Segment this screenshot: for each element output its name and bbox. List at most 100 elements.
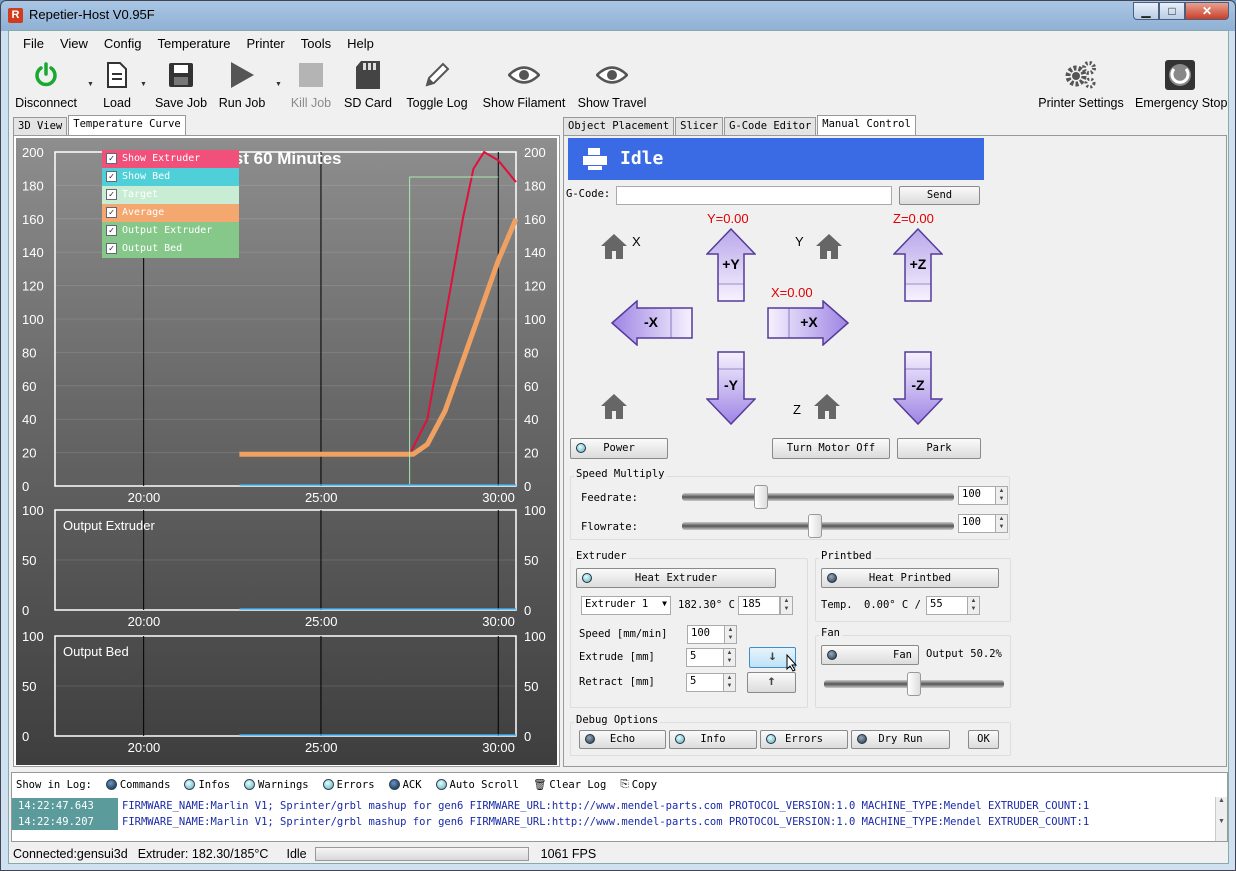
home-all-icon[interactable] [599,392,629,422]
close-button[interactable]: ✕ [1185,2,1229,20]
legend-item[interactable]: ✓ Output Bed [102,240,239,258]
ack-radio[interactable] [388,779,400,790]
home-x-icon[interactable] [599,232,629,262]
extrude-spinner[interactable]: ▲ ▼ [723,648,736,667]
commands-radio[interactable] [105,779,117,790]
flowrate-spinner[interactable]: ▲ ▼ [995,514,1008,533]
plus-z-button[interactable]: +Z [892,227,944,302]
load-dropdown[interactable]: ▼ [140,81,147,88]
run-job-dropdown[interactable]: ▼ [275,81,282,88]
retract-input[interactable]: 5 [686,673,724,692]
legend-item[interactable]: ✓ Output Extruder [102,222,239,240]
legend-checkbox[interactable]: ✓ [106,243,117,254]
printer-settings-button[interactable]: Printer Settings [1035,59,1127,110]
extruder-target-spinner[interactable]: ▲ ▼ [780,596,793,615]
errors-radio[interactable] [322,779,334,790]
load-button[interactable]: Load [99,59,135,110]
tab-gcode-editor[interactable]: G-Code Editor [724,117,817,135]
errors-button[interactable]: Errors [760,730,848,749]
disconnect-dropdown[interactable]: ▼ [87,81,94,88]
gcode-input[interactable] [616,186,892,205]
disconnect-button[interactable]: Disconnect [13,59,79,110]
menu-help[interactable]: Help [339,36,382,51]
echo-button[interactable]: Echo [579,730,666,749]
emergency-stop-button[interactable]: Emergency Stop [1135,59,1227,110]
legend-checkbox[interactable]: ✓ [106,225,117,236]
log-scrollbar[interactable]: ▲ ▼ [1215,797,1227,841]
power-button[interactable]: Power [570,438,668,459]
maximize-button[interactable]: □ [1159,2,1185,20]
tab-temperature-curve[interactable]: Temperature Curve [68,115,186,135]
minimize-button[interactable]: ▁ [1133,2,1159,20]
sd-card-button[interactable]: SD Card [342,59,394,110]
send-button[interactable]: Send [899,186,980,205]
debug-ok-button[interactable]: OK [968,730,999,749]
log-option-errors[interactable]: Errors [322,779,375,791]
log-option-infos[interactable]: Infos [184,779,230,791]
extruder-select[interactable]: Extruder 1 ▼ [581,596,671,615]
menu-tools[interactable]: Tools [293,36,339,51]
retract-spinner[interactable]: ▲ ▼ [723,673,736,692]
log-option-ack[interactable]: ACK [388,779,422,791]
legend-item[interactable]: ✓ Show Bed [102,168,239,186]
minus-z-button[interactable]: -Z [892,351,944,426]
feedrate-slider-thumb[interactable] [754,485,769,509]
retract-button[interactable]: ↑ [747,672,796,693]
speed-spinner[interactable]: ▲ ▼ [724,625,737,644]
tab-3d-view[interactable]: 3D View [13,117,68,135]
legend-item[interactable]: ✓ Target [102,186,239,204]
bed-target-input[interactable]: 55 [926,596,968,615]
menu-file[interactable]: File [15,36,52,51]
fan-button[interactable]: Fan [821,645,919,665]
tab-manual-control[interactable]: Manual Control [817,115,916,135]
feedrate-slider[interactable] [682,493,954,501]
dry-run-button[interactable]: Dry Run [851,730,950,749]
feedrate-input[interactable]: 100 [958,486,996,505]
show-filament-button[interactable]: Show Filament [481,59,567,110]
copy-button[interactable]: ⎘ Copy [620,778,657,791]
menu-view[interactable]: View [52,36,96,51]
home-z-icon[interactable] [812,392,842,422]
fan-slider-thumb[interactable] [907,672,921,696]
tab-slicer[interactable]: Slicer [675,117,724,135]
show-travel-button[interactable]: Show Travel [575,59,649,110]
heat-extruder-button[interactable]: Heat Extruder [576,568,776,588]
title-bar[interactable]: R Repetier-Host V0.95F ▁ □ ✕ [1,1,1235,29]
save-job-button[interactable]: Save Job [153,59,209,110]
legend-checkbox[interactable]: ✓ [106,171,117,182]
minus-x-button[interactable]: -X [610,299,693,347]
toggle-log-button[interactable]: Toggle Log [402,59,472,110]
plus-x-button[interactable]: +X [767,299,850,347]
temperature-chart[interactable]: 200 200180 180160 160140 140120 120100 10080 80… [16,138,557,765]
infos-radio[interactable] [184,779,196,790]
menu-config[interactable]: Config [96,36,150,51]
warnings-radio[interactable] [244,779,256,790]
legend-checkbox[interactable]: ✓ [106,153,117,164]
extruder-target-input[interactable]: 185 [738,596,780,615]
extrude-input[interactable]: 5 [686,648,724,667]
heat-printbed-button[interactable]: Heat Printbed [821,568,999,588]
run-job-button[interactable]: Run Job [217,59,267,110]
tab-object-placement[interactable]: Object Placement [563,117,675,135]
legend-item[interactable]: ✓ Show Extruder [102,150,239,168]
auto-scroll-radio[interactable] [435,779,447,790]
log-option-auto-scroll[interactable]: Auto Scroll [435,779,519,791]
flowrate-input[interactable]: 100 [958,514,996,533]
minus-y-button[interactable]: -Y [705,351,757,426]
plus-y-button[interactable]: +Y [705,227,757,302]
park-button[interactable]: Park [897,438,981,459]
log-line[interactable]: 14:22:47.643 FIRMWARE_NAME:Marlin V1; Spr… [12,798,1217,814]
log-option-commands[interactable]: Commands [105,779,170,791]
bed-target-spinner[interactable]: ▲ ▼ [967,596,980,615]
log-line[interactable]: 14:22:49.207 FIRMWARE_NAME:Marlin V1; Spr… [12,814,1217,830]
menu-temperature[interactable]: Temperature [149,36,238,51]
legend-checkbox[interactable]: ✓ [106,207,117,218]
menu-printer[interactable]: Printer [238,36,292,51]
log-option-warnings[interactable]: Warnings [244,779,309,791]
feedrate-spinner[interactable]: ▲ ▼ [995,486,1008,505]
legend-item[interactable]: ✓ Average [102,204,239,222]
flowrate-slider-thumb[interactable] [808,514,823,538]
speed-input[interactable]: 100 [687,625,725,644]
turn-motor-off-button[interactable]: Turn Motor Off [772,438,890,459]
legend-checkbox[interactable]: ✓ [106,189,117,200]
